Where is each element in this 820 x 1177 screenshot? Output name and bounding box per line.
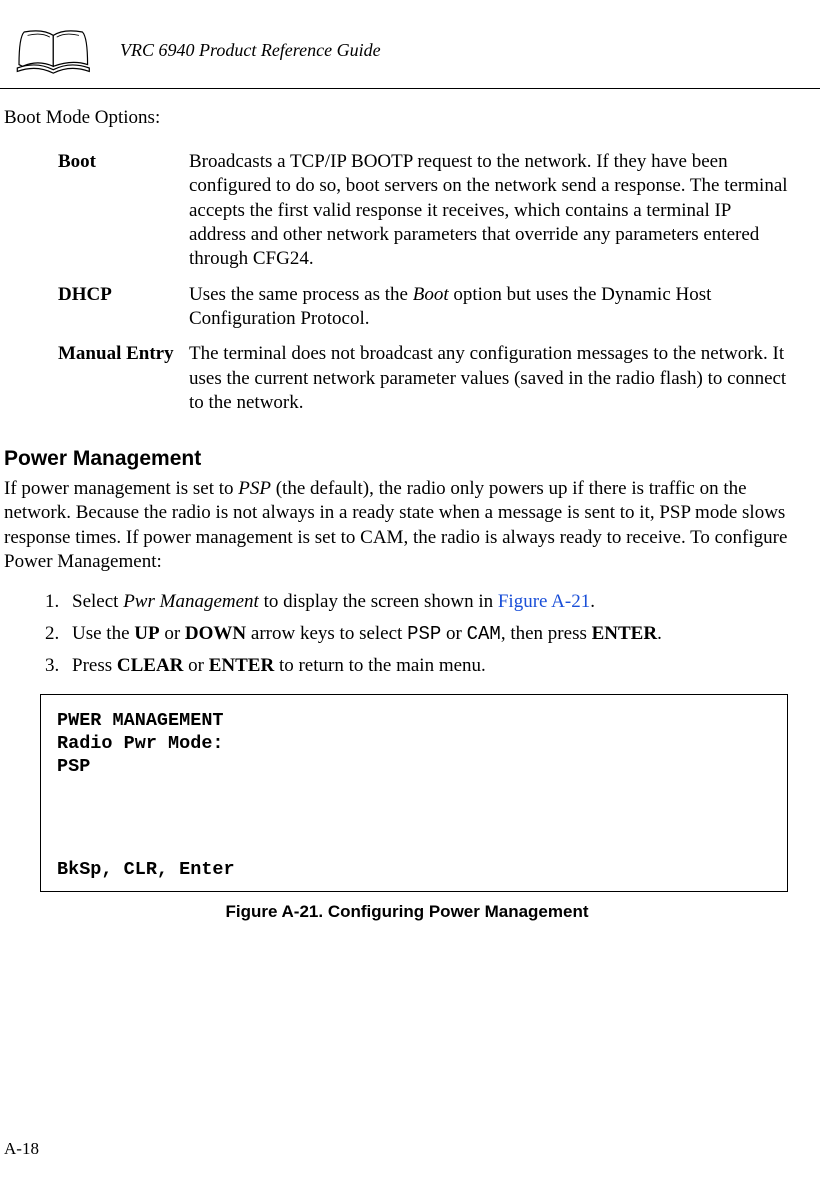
text-span-mono: PSP: [407, 623, 441, 645]
screen-line: Radio Pwr Mode:: [57, 732, 771, 755]
text-span: Use the: [72, 623, 134, 644]
boot-option-term-boot: Boot: [4, 149, 188, 282]
text-span-bold: ENTER: [209, 655, 274, 676]
text-span: If power management is set to: [4, 478, 238, 499]
text-span: or: [160, 623, 185, 644]
page-header: VRC 6940 Product Reference Guide: [0, 20, 820, 88]
text-span: or: [441, 623, 466, 644]
table-row: DHCP Uses the same process as the Boot o…: [4, 282, 810, 342]
text-span: Press: [72, 655, 117, 676]
text-span: to display the screen shown in: [259, 591, 498, 612]
text-span-italic: Boot: [413, 284, 449, 305]
boot-option-desc-dhcp: Uses the same process as the Boot option…: [188, 282, 810, 342]
table-row: Boot Broadcasts a TCP/IP BOOTP request t…: [4, 149, 810, 282]
text-span-bold: DOWN: [185, 623, 246, 644]
figure-link[interactable]: Figure A-21: [498, 591, 590, 612]
header-title: VRC 6940 Product Reference Guide: [120, 40, 381, 61]
text-span: .: [657, 623, 662, 644]
boot-mode-options-title: Boot Mode Options:: [4, 107, 810, 129]
screen-footer-line: BkSp, CLR, Enter: [57, 858, 235, 881]
steps-list: Select Pwr Management to display the scr…: [4, 588, 810, 680]
text-span-mono: CAM: [467, 623, 501, 645]
list-item: Use the UP or DOWN arrow keys to select …: [64, 620, 810, 649]
text-span: Select: [72, 591, 123, 612]
power-management-heading: Power Management: [4, 447, 810, 471]
book-icon: [10, 20, 100, 80]
boot-option-term-manual: Manual Entry: [4, 341, 188, 425]
text-span-italic: PSP: [238, 478, 271, 499]
header-rule: [0, 88, 820, 89]
screen-line: PWER MANAGEMENT: [57, 709, 771, 732]
list-item: Select Pwr Management to display the scr…: [64, 588, 810, 616]
screen-line: PSP: [57, 755, 771, 778]
boot-options-table: Boot Broadcasts a TCP/IP BOOTP request t…: [4, 149, 810, 425]
terminal-screen: PWER MANAGEMENT Radio Pwr Mode: PSP BkSp…: [40, 694, 788, 892]
text-span: Uses the same process as the: [189, 284, 413, 305]
text-span-bold: CLEAR: [117, 655, 184, 676]
boot-option-desc-manual: The terminal does not broadcast any conf…: [188, 341, 810, 425]
page-number: A-18: [4, 1139, 39, 1159]
figure-caption: Figure A-21. Configuring Power Managemen…: [4, 902, 810, 922]
text-span-bold: ENTER: [592, 623, 657, 644]
boot-option-desc-boot: Broadcasts a TCP/IP BOOTP request to the…: [188, 149, 810, 282]
text-span: or: [183, 655, 208, 676]
text-span: , then press: [501, 623, 592, 644]
table-row: Manual Entry The terminal does not broad…: [4, 341, 810, 425]
text-span: to return to the main menu.: [274, 655, 486, 676]
text-span: .: [590, 591, 595, 612]
text-span-bold: UP: [134, 623, 159, 644]
power-management-paragraph: If power management is set to PSP (the d…: [4, 477, 810, 574]
text-span: arrow keys to select: [246, 623, 407, 644]
text-span-italic: Pwr Management: [123, 591, 259, 612]
boot-option-term-dhcp: DHCP: [4, 282, 188, 342]
list-item: Press CLEAR or ENTER to return to the ma…: [64, 652, 810, 680]
